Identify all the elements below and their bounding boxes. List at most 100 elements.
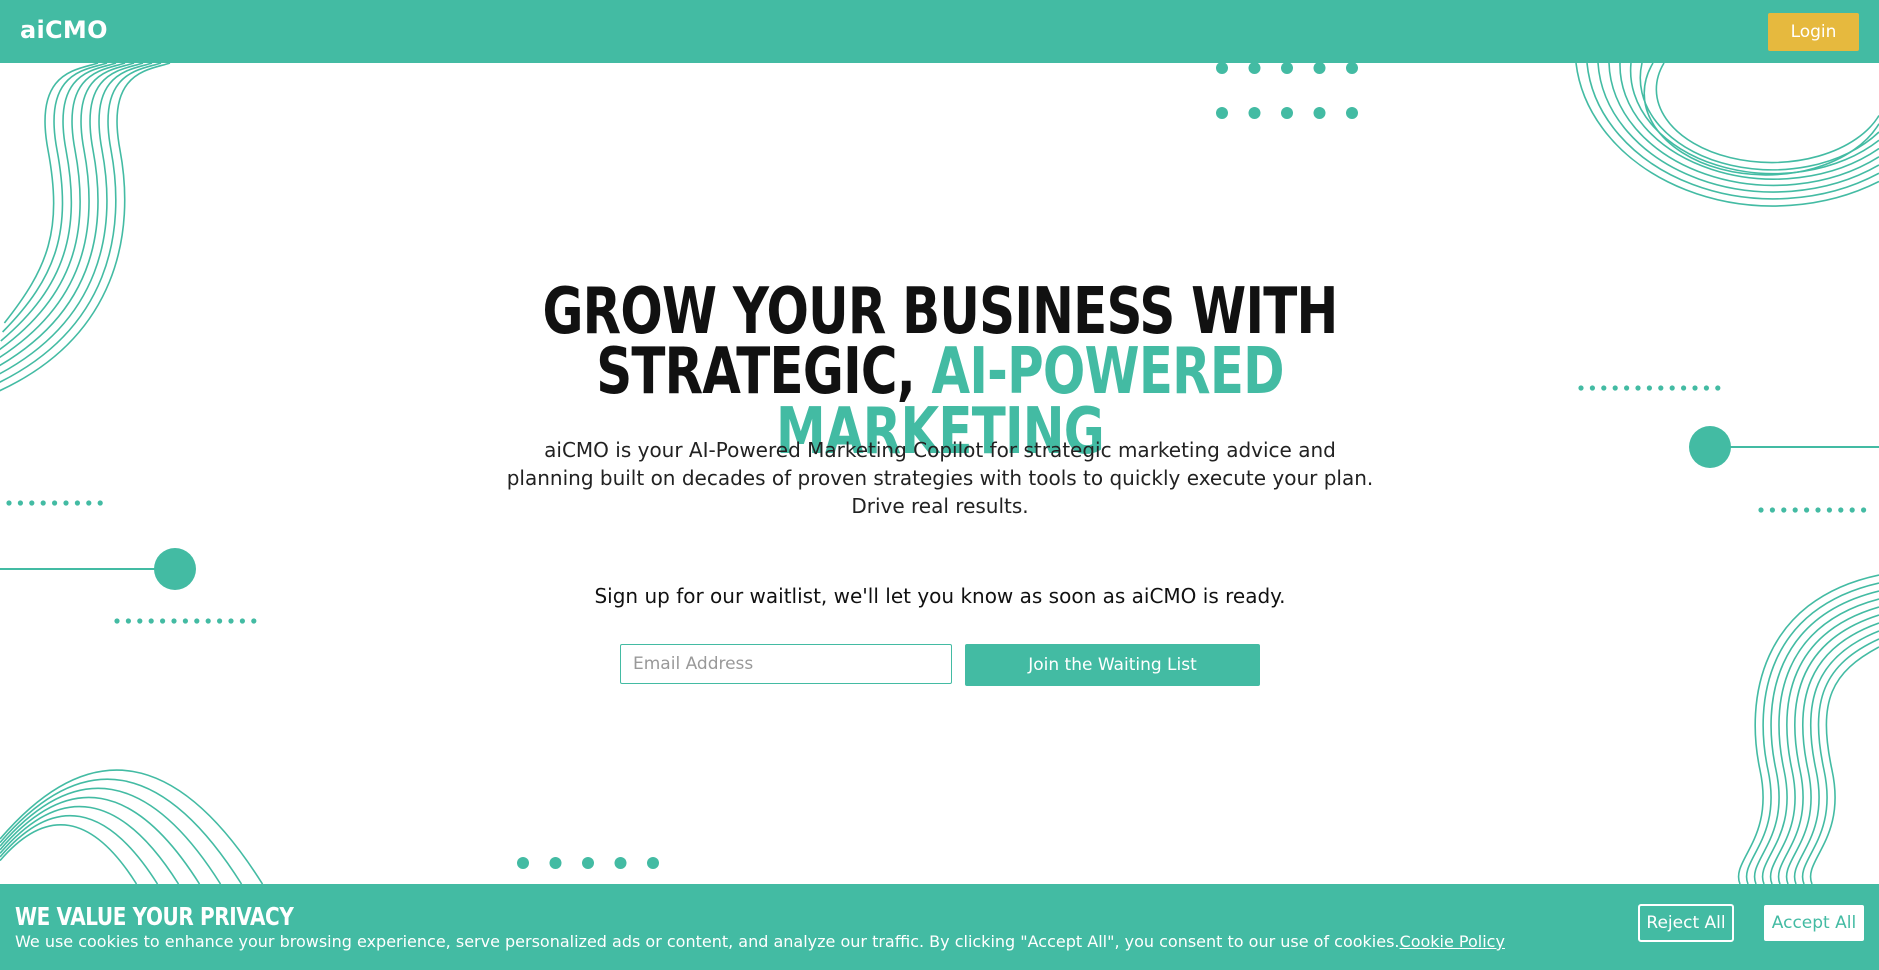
decor-dot [1838,507,1844,513]
decor-dot [1313,62,1326,74]
decor-dot [205,618,211,624]
decor-dot [6,500,12,506]
arcs-bottom-left [0,769,264,885]
hero-title: GROW YOUR BUSINESS WITH STRATEGIC, AI-PO… [472,280,1408,464]
wave-line [0,62,135,359]
wave-line [0,62,144,367]
arc-line [1643,62,1879,176]
hero-subtitle-line: aiCMO is your AI-Powered Marketing Copil… [544,438,1336,462]
cookie-message: We use cookies to enhance your browsing … [15,932,1400,951]
decor-dot [1792,507,1798,513]
decor-dot [1861,507,1867,513]
decor-dot [1815,507,1821,513]
decor-dot [517,857,529,869]
arc-line [1586,62,1879,200]
wave-line [1793,630,1879,885]
top-nav-bar: aiCMO Login [0,0,1879,63]
arc-line [0,778,243,885]
arc-line [0,796,201,885]
logo[interactable]: aiCMO [20,16,108,44]
decor-dot [1578,385,1584,391]
decor-dot [1612,385,1618,391]
decor-dot [29,500,35,506]
decor-dot [1681,385,1687,391]
decor-dot [1624,385,1630,391]
wave-line [1737,574,1879,885]
decor-dot [125,618,131,624]
decor-dot [1658,385,1664,391]
decor-dot [1635,385,1641,391]
arc-line [0,787,222,885]
wave-line [1777,614,1879,885]
decor-dot [1769,507,1775,513]
decor-dot [217,618,223,624]
decor-dot [549,857,562,869]
wave-lines-top-left [0,62,171,392]
decor-dot [1669,385,1675,391]
decor-dot [1758,507,1764,513]
decor-dot [52,500,58,506]
wave-line [0,62,162,383]
decor-dot [97,500,103,506]
decor-dot [1703,385,1709,391]
wave-line [1809,646,1879,885]
wave-lines-bottom-right [1737,574,1879,885]
wave-line [2,62,108,333]
arc-line [1608,62,1879,187]
wave-line [0,62,153,375]
email-field[interactable] [620,644,952,684]
wave-line [1753,590,1879,885]
decor-dot [1781,507,1787,513]
accept-all-button[interactable]: Accept All [1764,905,1864,941]
waitlist-text: Sign up for our waitlist, we'll let you … [594,584,1286,608]
decor-dot [63,500,69,506]
hero-subtitle-line: Drive real results. [851,494,1029,518]
wave-line [0,62,117,342]
wave-line [1745,582,1879,885]
arc-line [0,769,264,885]
decor-dot [1216,62,1228,74]
cookie-text: We use cookies to enhance your browsing … [15,932,1505,951]
decor-dot [1346,62,1358,74]
arc-line [1597,62,1879,193]
wave-line [0,62,126,351]
decor-dot [239,618,245,624]
decor-dot [1646,385,1652,391]
decor-dot [1692,385,1698,391]
login-button[interactable]: Login [1768,13,1859,51]
decor-circle-right [1689,426,1731,468]
decor-dot [148,618,154,624]
cookie-policy-link[interactable]: Cookie Policy [1400,932,1505,951]
arc-line [1619,62,1879,180]
decor-dot [614,857,627,869]
decor-dot [114,618,120,624]
decor-dot [17,500,23,506]
reject-all-button[interactable]: Reject All [1638,904,1734,942]
join-waiting-list-button[interactable]: Join the Waiting List [965,644,1260,686]
cookie-title: WE VALUE YOUR PRIVACY [15,902,294,931]
arcs-top-right [1575,62,1879,207]
decor-dot [582,857,594,869]
decor-dot [40,500,46,506]
wave-line [1785,622,1879,885]
arc-line [0,814,159,885]
decor-dot [1281,62,1293,74]
arc-line [0,805,180,885]
hero-subtitle-line: planning built on decades of proven stra… [506,466,1374,490]
decor-dot [86,500,92,506]
decor-dot [1804,507,1810,513]
decor-dot [182,618,188,624]
decor-dot [1826,507,1832,513]
decor-dot [1589,385,1595,391]
arc-line [1655,62,1879,164]
wave-line [0,62,171,392]
wave-line [1761,598,1879,885]
decor-dot [1715,385,1721,391]
cookie-banner: WE VALUE YOUR PRIVACY We use cookies to … [0,884,1879,970]
decor-dot [194,618,200,624]
decor-dot [251,618,257,624]
arc-line [1629,62,1879,175]
decor-dot [1281,107,1293,119]
decor-dot [1313,107,1326,119]
arc-line [0,824,138,885]
